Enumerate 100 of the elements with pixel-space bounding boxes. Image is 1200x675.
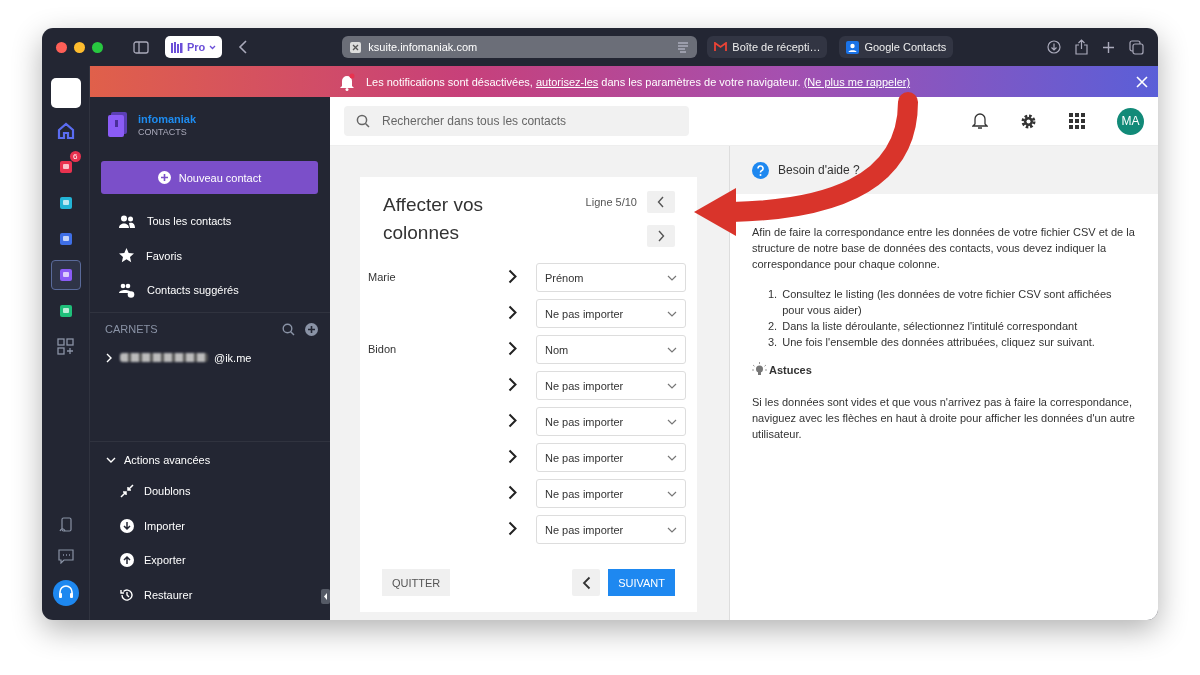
caret-icon — [667, 310, 677, 317]
chevron-right-icon — [508, 341, 517, 356]
next-line-button[interactable] — [647, 225, 675, 247]
field-dropdown[interactable]: Ne pas importer — [536, 443, 686, 472]
chevron-right-icon — [508, 269, 517, 284]
close-light-icon[interactable] — [56, 41, 67, 53]
nav-item[interactable]: Contacts suggérés — [90, 273, 330, 308]
chevron-right-icon — [657, 230, 665, 242]
suggested-people-icon — [119, 282, 135, 298]
field-dropdown[interactable]: Prénom — [536, 263, 686, 292]
new-contact-button[interactable]: Nouveau contact — [101, 161, 318, 194]
chevron-right-icon — [508, 485, 517, 500]
search-icon[interactable] — [282, 322, 295, 336]
chevron-right-icon — [508, 413, 517, 428]
address-bar[interactable]: ksuite.infomaniak.com — [342, 36, 698, 58]
action-item[interactable]: Exporter — [90, 543, 330, 578]
user-avatar[interactable]: MA — [1117, 107, 1144, 135]
step-number: 3. — [768, 335, 778, 350]
chevron-right-icon — [508, 449, 517, 464]
field-dropdown[interactable]: Ne pas importer — [536, 479, 686, 508]
app-icon — [57, 303, 74, 319]
app-switcher-item[interactable]: 6 — [50, 152, 81, 182]
books-icon — [171, 41, 183, 53]
settings-icon[interactable] — [1020, 112, 1037, 130]
step-number: 1. — [768, 287, 778, 302]
allow-link[interactable]: autorisez-les — [535, 75, 599, 88]
action-item[interactable]: Importer — [90, 508, 330, 543]
star-icon — [119, 248, 134, 264]
add-icon[interactable] — [305, 322, 318, 336]
help-paragraph: Afin de faire la correspondance entre les données de votre fichier CSV et de la structure de notre base de données des contacts, vous devez indiquer la correspondance pour chaque colonne. — [752, 225, 1136, 272]
unread-badge: 6 — [70, 151, 81, 162]
app-icon — [57, 159, 74, 175]
feedback-icon[interactable] — [57, 549, 74, 564]
notifications-icon[interactable] — [972, 112, 988, 130]
field-dropdown[interactable]: Nom — [536, 335, 686, 364]
caret-icon — [209, 44, 217, 50]
section-title: CARNETS — [105, 323, 159, 335]
address-book-item[interactable]: @ik.me — [90, 345, 330, 370]
caret-icon — [667, 274, 677, 281]
sidebar-toggle-icon[interactable] — [133, 40, 149, 54]
apps-grid-icon[interactable] — [1069, 113, 1085, 129]
app-icon — [57, 231, 74, 247]
share-icon[interactable] — [1075, 39, 1088, 55]
chevron-right-icon — [508, 305, 517, 320]
tabs-overview-icon[interactable] — [1129, 39, 1144, 55]
contacts-book-icon — [108, 112, 128, 138]
history-icon — [120, 587, 134, 602]
browser-tab[interactable]: Boîte de récepti… — [707, 36, 828, 58]
field-dropdown[interactable]: Ne pas importer — [536, 299, 686, 328]
action-item[interactable]: Restaurer — [90, 577, 330, 612]
field-dropdown[interactable]: Ne pas importer — [536, 515, 686, 544]
search-field[interactable]: Rechercher dans tous les contacts — [344, 106, 689, 136]
support-icon[interactable] — [52, 580, 79, 606]
back-button[interactable] — [572, 569, 601, 596]
plus-icon — [157, 171, 171, 184]
card-title: Affecter vos colonnes — [383, 193, 484, 245]
upload-icon — [120, 553, 134, 568]
minimize-light-icon[interactable] — [74, 41, 85, 53]
field-dropdown[interactable]: Ne pas importer — [536, 407, 686, 436]
download-icon[interactable] — [1047, 40, 1061, 54]
mail-icon — [714, 42, 728, 52]
next-button[interactable]: SUIVANT — [608, 569, 675, 596]
home-icon — [56, 122, 75, 140]
collapse-handle-icon[interactable] — [321, 589, 330, 604]
caret-icon — [667, 346, 677, 353]
chevron-left-icon — [657, 196, 665, 208]
device-icon[interactable] — [57, 517, 74, 533]
chevron-right-icon — [508, 521, 517, 536]
tips-title: Astuces — [769, 364, 812, 376]
back-icon[interactable] — [238, 40, 249, 54]
csv-value: Bidon — [368, 343, 397, 355]
site-favicon-icon — [350, 41, 362, 53]
browser-tab[interactable]: Google Contacts — [839, 36, 954, 58]
app-switcher-item[interactable] — [50, 260, 81, 290]
nav-item[interactable]: Favoris — [90, 238, 330, 273]
close-icon[interactable] — [1136, 75, 1148, 88]
field-dropdown[interactable]: Ne pas importer — [536, 371, 686, 400]
nav-item[interactable]: Tous les contacts — [90, 204, 330, 239]
lightbulb-icon — [752, 362, 767, 378]
chevron-right-icon — [508, 377, 517, 392]
people-icon — [119, 214, 135, 228]
new-tab-icon[interactable] — [1102, 40, 1115, 54]
tips-paragraph: Si les données sont vides et que vous n'arrivez pas à faire la correspondance, naviguez avec les flèches en haut à droite pour afficher les données d'un autre utilisateur. — [752, 395, 1136, 442]
action-item[interactable]: Doublons — [90, 474, 330, 509]
step-number: 2. — [768, 319, 778, 334]
zoom-light-icon[interactable] — [92, 41, 103, 53]
dismiss-link[interactable]: (Ne plus me rappeler) — [803, 75, 911, 88]
caret-icon — [667, 454, 677, 461]
step-text: Consultez le listing (les données de votre fichier CSV sont affichées pour vous aider) — [782, 287, 1113, 318]
download-icon — [120, 518, 134, 533]
merge-arrows-icon — [120, 484, 134, 499]
product-name: CONTACTS — [138, 127, 188, 137]
advanced-actions-toggle[interactable]: Actions avancées — [90, 450, 330, 474]
chevron-icon — [104, 352, 114, 363]
previous-line-button[interactable] — [647, 191, 675, 213]
caret-icon — [667, 382, 677, 389]
help-title: Besoin d'aide ? — [778, 163, 860, 177]
app-icon — [57, 267, 74, 283]
quit-button[interactable]: QUITTER — [382, 569, 451, 596]
profile-button[interactable]: Pro — [165, 36, 223, 58]
